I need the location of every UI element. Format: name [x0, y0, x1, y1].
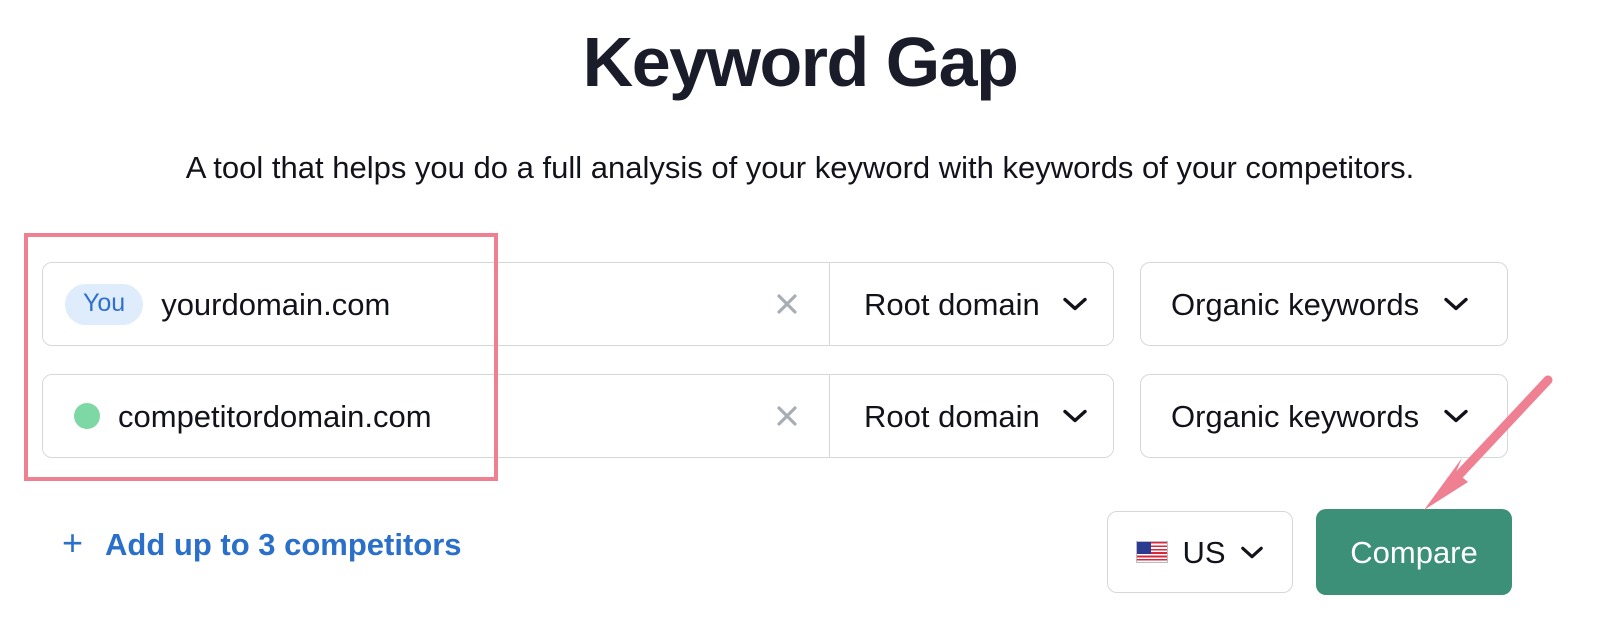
keyword-gap-page: Keyword Gap A tool that helps you do a f…: [0, 0, 1600, 644]
chevron-down-icon: [1444, 297, 1468, 311]
page-subtitle: A tool that helps you do a full analysis…: [185, 150, 1415, 185]
plus-icon: +: [62, 522, 84, 563]
scope-select-2[interactable]: Root domain: [830, 375, 1113, 457]
close-icon[interactable]: [773, 402, 801, 430]
keyword-type-select-1[interactable]: Organic keywords: [1140, 262, 1508, 346]
competitor-color-dot: [74, 403, 100, 429]
close-icon[interactable]: [773, 290, 801, 318]
keyword-type-label-2: Organic keywords: [1171, 398, 1420, 434]
chevron-down-icon: [1444, 409, 1468, 423]
scope-select-label-1: Root domain: [864, 286, 1040, 322]
add-competitors-label: Add up to 3 competitors: [105, 526, 462, 562]
compare-button[interactable]: Compare: [1316, 509, 1512, 595]
domain-field-1[interactable]: You yourdomain.com: [43, 263, 829, 345]
chevron-down-icon: [1063, 297, 1087, 311]
country-select-label: US: [1182, 534, 1226, 570]
domain-input-1[interactable]: yourdomain.com: [161, 289, 390, 320]
competitor-row-2: competitordomain.com Root domain Organic…: [42, 374, 1508, 458]
page-title: Keyword Gap: [582, 23, 1019, 101]
scope-select-label-2: Root domain: [864, 398, 1040, 434]
country-select[interactable]: US: [1107, 511, 1293, 593]
you-badge: You: [65, 283, 144, 325]
us-flag-icon: [1136, 541, 1169, 563]
add-competitors-link[interactable]: + Add up to 3 competitors: [62, 522, 462, 563]
domain-combo-1: You yourdomain.com Root domain: [42, 262, 1114, 346]
domain-combo-2: competitordomain.com Root domain: [42, 374, 1114, 458]
competitor-row-1: You yourdomain.com Root domain Organic k…: [42, 262, 1508, 346]
scope-select-1[interactable]: Root domain: [830, 263, 1113, 345]
keyword-type-label-1: Organic keywords: [1171, 286, 1420, 322]
chevron-down-icon: [1063, 409, 1087, 423]
domain-field-2[interactable]: competitordomain.com: [43, 375, 829, 457]
keyword-type-select-2[interactable]: Organic keywords: [1140, 374, 1508, 458]
domain-input-2[interactable]: competitordomain.com: [118, 401, 432, 432]
chevron-down-icon: [1240, 546, 1263, 558]
